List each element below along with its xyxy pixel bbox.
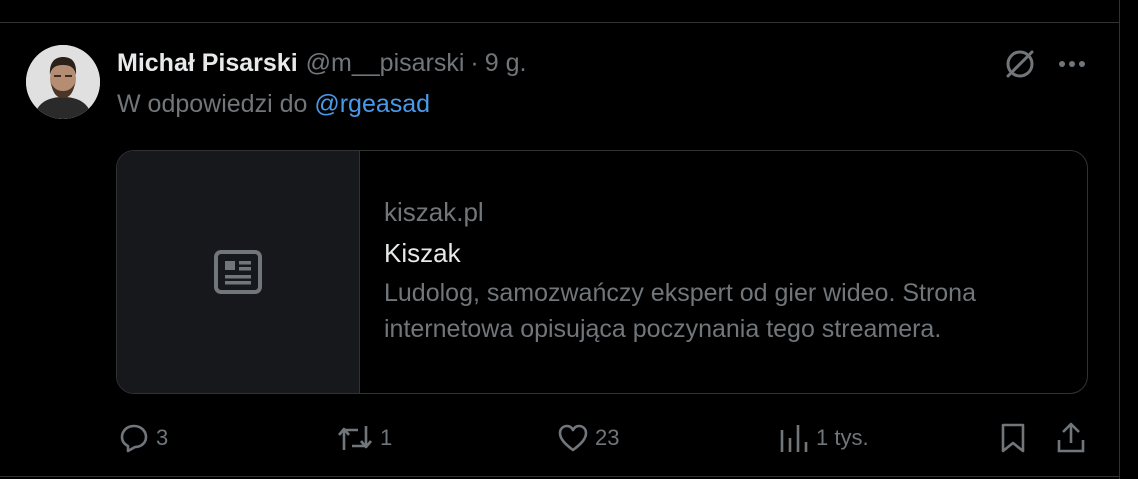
card-title: Kiszak (384, 238, 461, 268)
right-border (1119, 0, 1120, 479)
share-icon (1057, 422, 1085, 453)
link-card[interactable]: kiszak.pl Kiszak Ludolog, samozwańczy ek… (116, 150, 1088, 394)
reply-prefix: W odpowiedzi do (117, 90, 308, 118)
card-description: Ludolog, samozwańczy ekspert od gier wid… (384, 279, 976, 343)
repost-count: 1 (380, 425, 393, 450)
display-name[interactable]: Michał Pisarski (117, 49, 298, 78)
more-icon[interactable] (1056, 52, 1088, 76)
grok-icon[interactable] (1003, 47, 1037, 81)
reply-mention-link[interactable]: @rgeasad (314, 90, 430, 118)
reply-icon (120, 424, 148, 453)
user-handle[interactable]: @m__pisarski (306, 49, 465, 78)
repost-icon (338, 426, 372, 450)
share-button[interactable] (1056, 420, 1086, 456)
views-icon (780, 425, 808, 452)
action-bar: 3 1 23 1 tys. (0, 420, 1120, 456)
bookmark-button[interactable] (999, 420, 1027, 456)
reply-count: 3 (156, 425, 169, 450)
repost-button[interactable]: 1 (336, 420, 392, 456)
timestamp[interactable]: 9 g. (485, 49, 527, 78)
like-button[interactable]: 23 (557, 420, 619, 456)
top-divider (0, 22, 1120, 23)
bookmark-icon (1001, 423, 1025, 453)
article-icon (214, 250, 262, 294)
like-icon (558, 424, 588, 452)
bottom-divider (0, 476, 1120, 477)
like-count: 23 (595, 425, 620, 450)
views-button[interactable]: 1 tys. (778, 420, 869, 456)
reply-button[interactable]: 3 (118, 420, 168, 456)
reply-context: W odpowiedzi do @rgeasad (117, 90, 430, 119)
card-domain: kiszak.pl (384, 197, 484, 227)
avatar-image (26, 45, 100, 119)
tweet-header: Michał Pisarski @m__pisarski · 9 g. (117, 47, 526, 79)
card-thumbnail (117, 151, 360, 393)
separator-dot: · (470, 48, 479, 77)
card-body: kiszak.pl Kiszak Ludolog, samozwańczy ek… (360, 151, 1074, 393)
avatar[interactable] (26, 45, 100, 119)
views-count: 1 tys. (816, 425, 869, 450)
